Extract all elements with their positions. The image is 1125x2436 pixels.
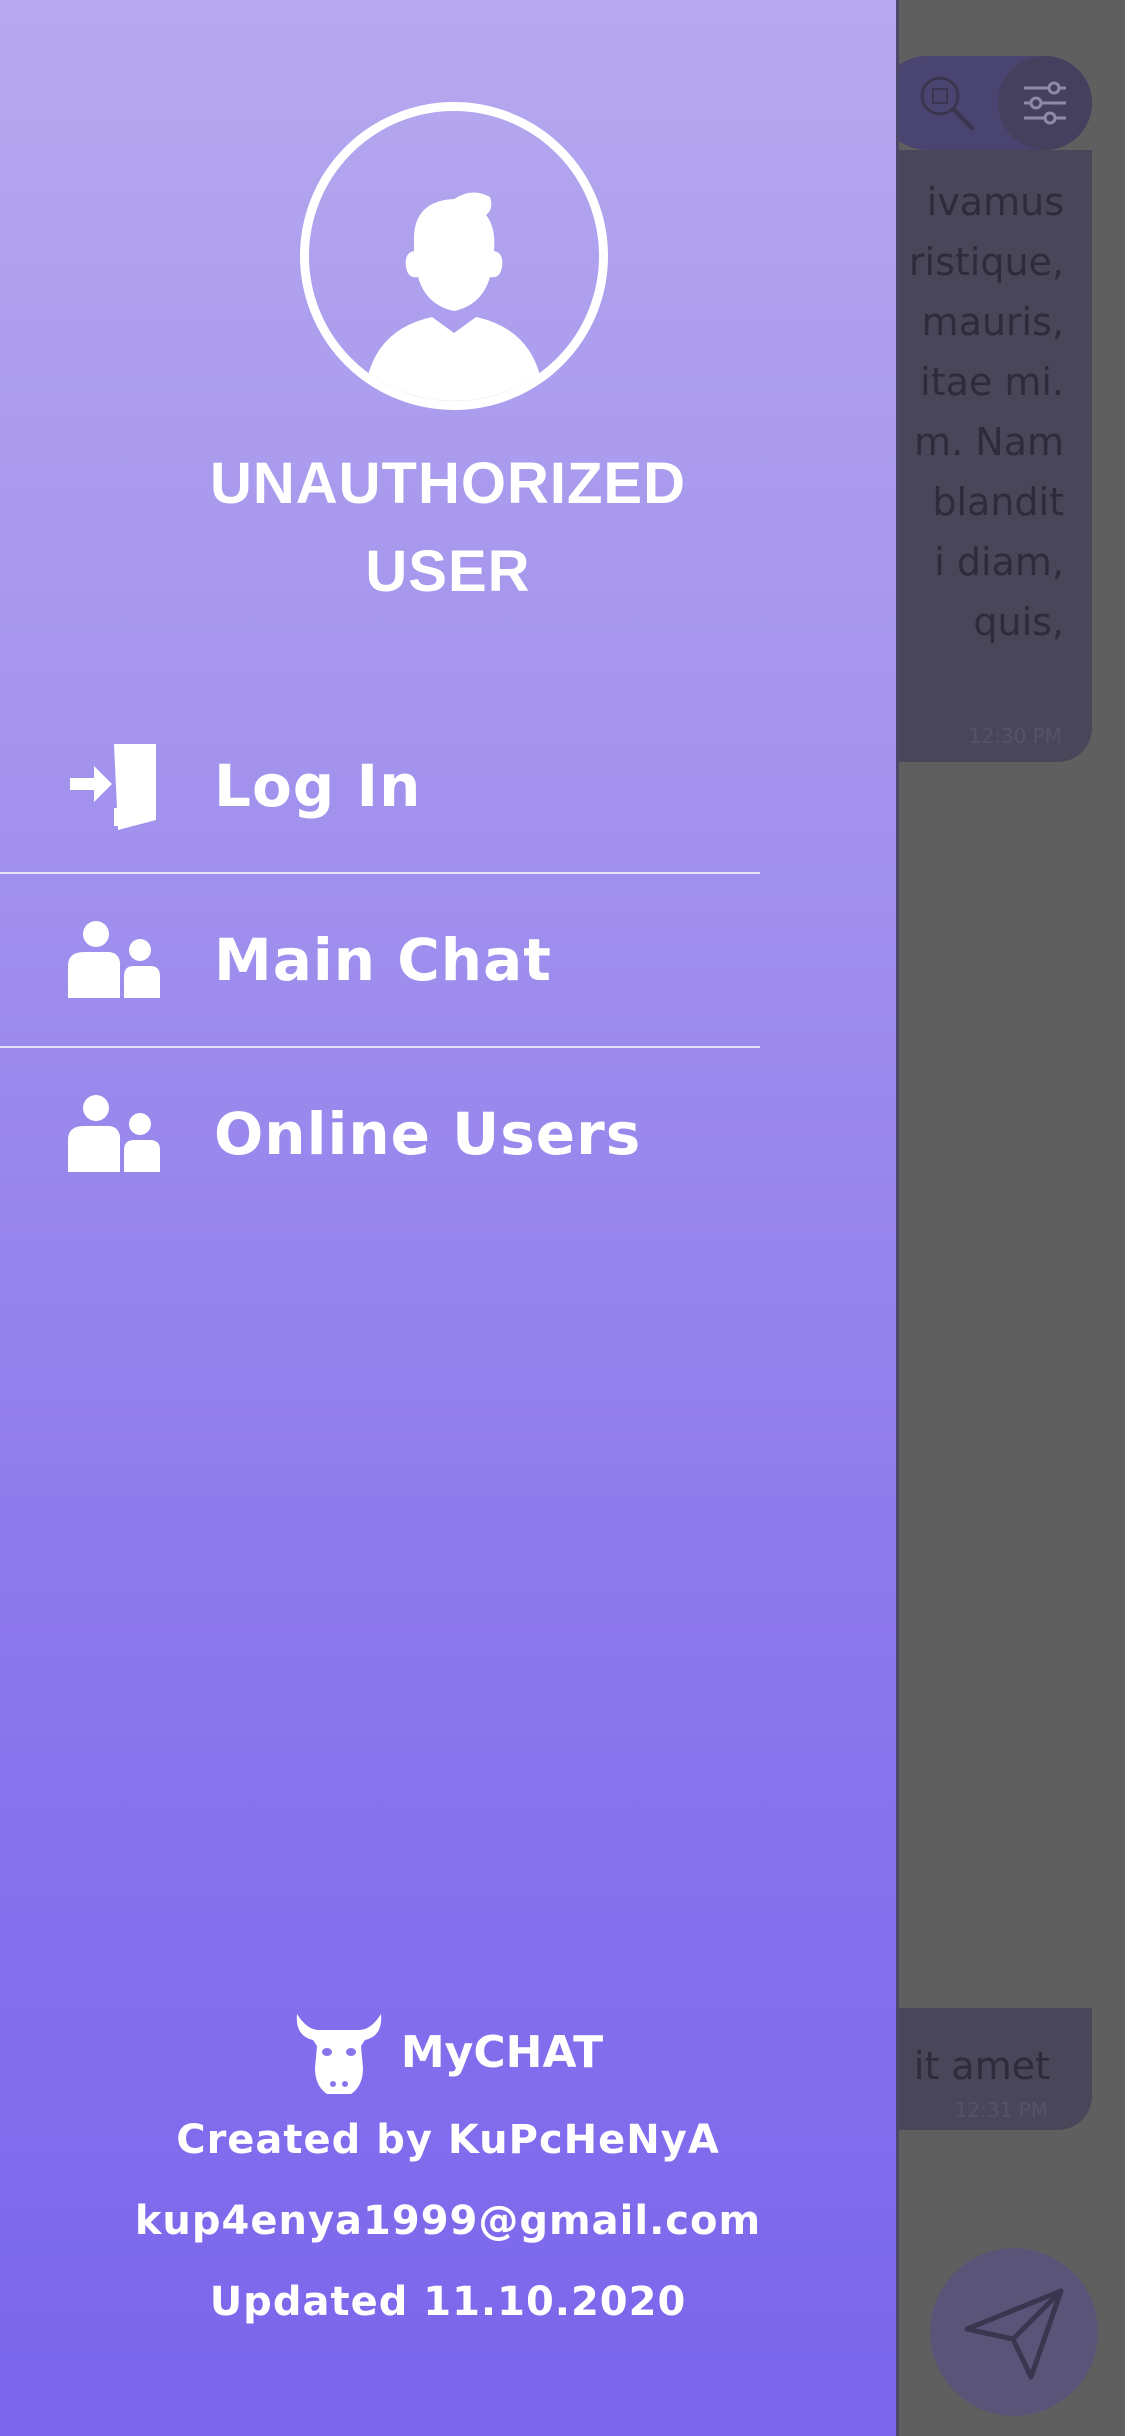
menu-item-online-users[interactable]: Online Users <box>0 1048 760 1220</box>
brand: MyCHAT <box>0 2004 896 2100</box>
send-icon <box>964 2288 1064 2380</box>
menu-item-label: Log In <box>214 752 422 820</box>
drawer-footer: MyCHAT Created by KuPcHeNyA kup4enya1999… <box>0 2004 896 2343</box>
cow-logo-icon <box>296 2014 382 2094</box>
navigation-drawer: UNAUTHORIZED USER Log In Main Chat Onlin… <box>0 0 896 2436</box>
message-text: it amet <box>913 2044 1050 2088</box>
menu-item-label: Main Chat <box>214 926 552 994</box>
settings-button[interactable] <box>998 56 1092 150</box>
brand-name: MyCHAT <box>400 2026 604 2078</box>
message-time: 12:30 PM <box>968 724 1062 748</box>
menu-item-main-chat[interactable]: Main Chat <box>0 874 760 1046</box>
avatar[interactable] <box>300 102 608 410</box>
user-title: UNAUTHORIZED USER <box>0 440 896 616</box>
search-button[interactable] <box>900 56 994 150</box>
users-icon <box>66 912 162 1008</box>
user-title-line: USER <box>365 539 531 604</box>
created-by-text: Created by KuPcHeNyA <box>176 2117 720 2163</box>
message-time: 12:31 PM <box>954 2098 1048 2122</box>
email-link[interactable]: kup4enya1999@gmail.com <box>0 2181 896 2262</box>
search-icon <box>920 76 975 131</box>
user-avatar-icon <box>364 192 544 401</box>
drawer-edge <box>896 0 899 2436</box>
updated-text: Updated 11.10.2020 <box>209 2279 687 2325</box>
menu-item-login[interactable]: Log In <box>0 700 760 872</box>
menu-item-label: Online Users <box>214 1100 642 1168</box>
drawer-menu: Log In Main Chat Online Users <box>0 700 760 1220</box>
chat-top-bar <box>880 56 1092 150</box>
login-icon <box>66 738 162 834</box>
send-button[interactable] <box>930 2248 1098 2416</box>
settings-sliders-icon <box>1024 81 1066 125</box>
users-icon <box>66 1086 162 1182</box>
user-title-line: UNAUTHORIZED <box>210 451 686 516</box>
